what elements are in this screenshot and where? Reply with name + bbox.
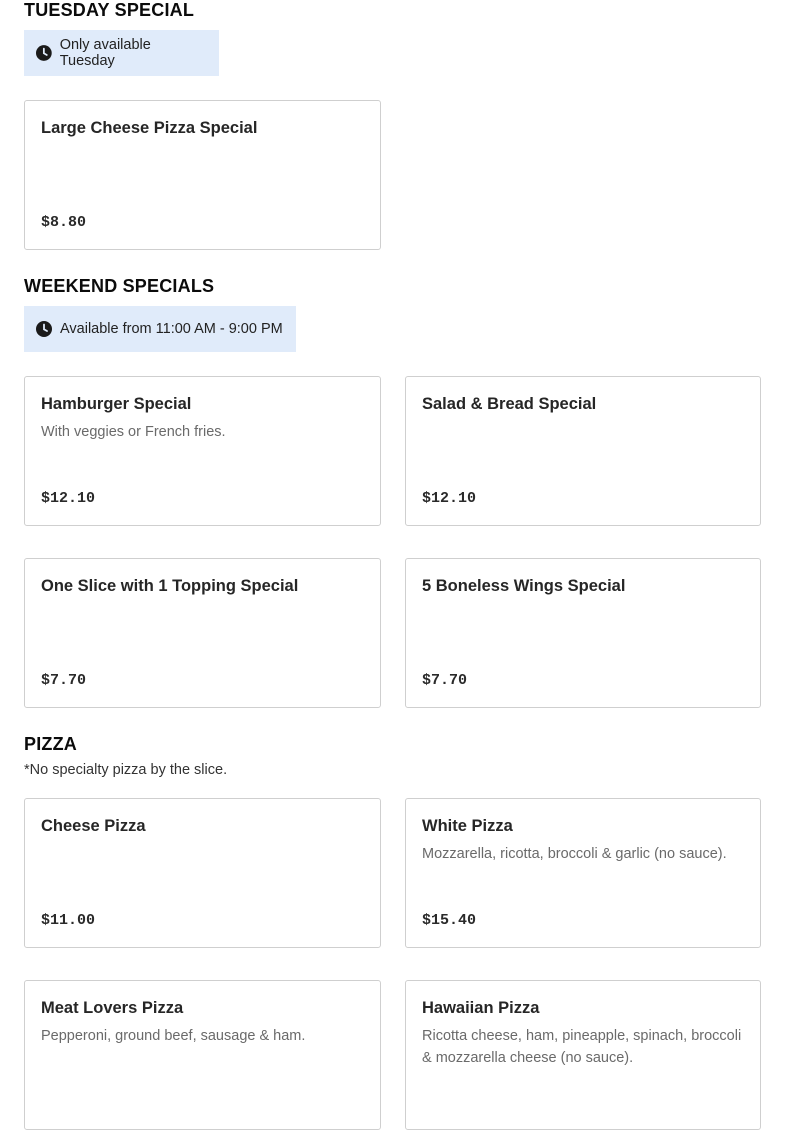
item-price: $12.10 xyxy=(422,490,477,507)
item-price: $15.40 xyxy=(422,912,477,929)
item-price: $7.70 xyxy=(41,672,87,689)
item-description: With veggies or French fries. xyxy=(41,424,226,440)
item-price: $8.80 xyxy=(41,214,87,231)
item-price: $11.00 xyxy=(41,912,96,929)
menu-item-card[interactable]: 5 Boneless Wings Special $7.70 xyxy=(405,558,761,708)
item-name: White Pizza xyxy=(422,817,513,835)
menu-item-card[interactable]: Cheese Pizza $11.00 xyxy=(24,798,381,948)
item-description: Pepperoni, ground beef, sausage & ham. xyxy=(41,1028,306,1044)
menu-item-card[interactable]: White Pizza Mozzarella, ricotta, broccol… xyxy=(405,798,761,948)
menu-item-card[interactable]: One Slice with 1 Topping Special $7.70 xyxy=(24,558,381,708)
menu-item-card[interactable]: Salad & Bread Special $12.10 xyxy=(405,376,761,526)
item-name: Meat Lovers Pizza xyxy=(41,999,184,1017)
section-title-tuesday-special: TUESDAY SPECIAL xyxy=(24,0,195,20)
menu-item-card[interactable]: Large Cheese Pizza Special $8.80 xyxy=(24,100,381,250)
availability-text: Available from 11:00 AM - 9:00 PM xyxy=(60,321,283,337)
item-name: Large Cheese Pizza Special xyxy=(41,119,258,137)
item-name: Hamburger Special xyxy=(41,395,192,413)
item-name: 5 Boneless Wings Special xyxy=(422,577,626,595)
clock-icon xyxy=(36,45,52,61)
menu-item-card[interactable]: Hawaiian Pizza Ricotta cheese, ham, pine… xyxy=(405,980,761,1130)
section-note: *No specialty pizza by the slice. xyxy=(24,762,228,778)
clock-icon xyxy=(36,321,52,337)
item-name: One Slice with 1 Topping Special xyxy=(41,577,299,595)
item-name: Hawaiian Pizza xyxy=(422,999,540,1017)
item-price: $7.70 xyxy=(422,672,468,689)
item-description: Mozzarella, ricotta, broccoli & garlic (… xyxy=(422,846,727,862)
item-description: Ricotta cheese, ham, pineapple, spinach,… xyxy=(422,1028,742,1066)
section-title-pizza: PIZZA xyxy=(24,734,77,754)
menu-item-card[interactable]: Hamburger Special With veggies or French… xyxy=(24,376,381,526)
menu-item-card[interactable]: Meat Lovers Pizza Pepperoni, ground beef… xyxy=(24,980,381,1130)
item-name: Cheese Pizza xyxy=(41,817,146,835)
availability-text: Only available Tuesday xyxy=(59,37,151,69)
availability-badge: Available from 11:00 AM - 9:00 PM xyxy=(24,306,296,352)
item-price: $12.10 xyxy=(41,490,96,507)
item-name: Salad & Bread Special xyxy=(422,395,597,413)
section-title-weekend-specials: WEEKEND SPECIALS xyxy=(24,276,215,296)
availability-badge: Only available Tuesday xyxy=(24,30,219,76)
